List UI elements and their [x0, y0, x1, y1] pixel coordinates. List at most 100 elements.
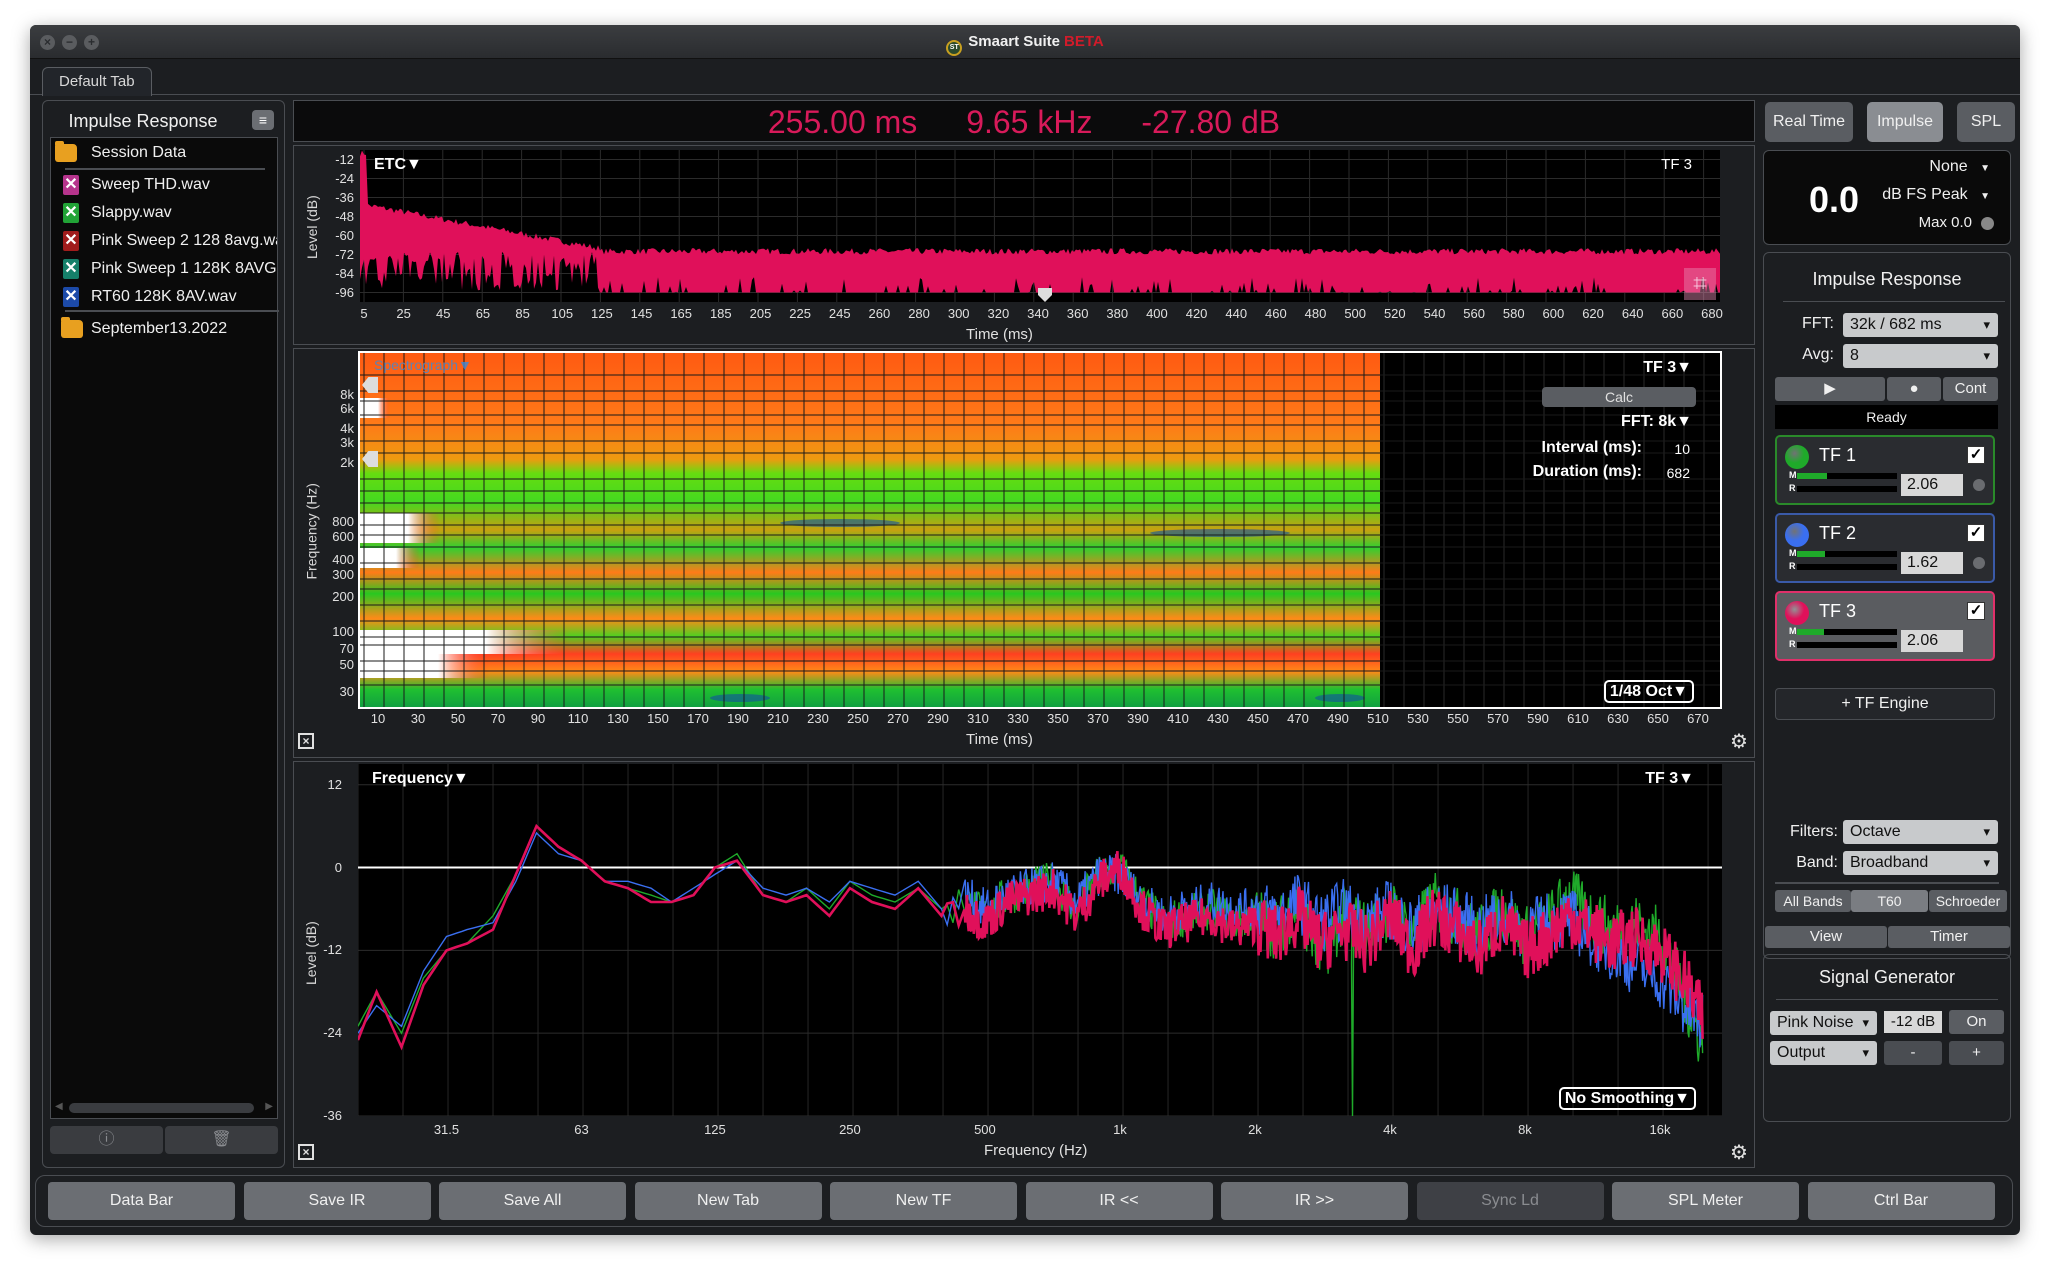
command-save-all-button[interactable]: Save All — [439, 1182, 626, 1220]
etc-type-dropdown[interactable]: ETC▼ — [374, 156, 422, 174]
scroll-left-icon[interactable]: ◀ — [55, 1101, 63, 1112]
frequency-tf-dropdown[interactable]: TF 3▼ — [1645, 770, 1694, 788]
timer-button[interactable]: Timer — [1888, 926, 2010, 948]
spectrograph-ytick: 8k — [340, 387, 354, 402]
command-sync-ld-button[interactable]: Sync Ld — [1416, 1182, 1604, 1220]
fft-size-dropdown[interactable]: FFT: 8k▼ — [1621, 413, 1692, 431]
delete-button[interactable]: 🗑 — [165, 1126, 278, 1154]
etc-xtick: 185 — [709, 306, 732, 321]
view-tab-t60[interactable]: T60 — [1851, 890, 1928, 912]
etc-plot-area[interactable]: ETC▼ TF 3 ⌗ — [360, 150, 1720, 302]
tf-color-indicator[interactable] — [1785, 445, 1809, 469]
level-up-button[interactable]: + — [1949, 1041, 2004, 1065]
file-item[interactable]: ✕ RT60 128K 8AV.wav — [51, 284, 277, 310]
command-spl-meter-button[interactable]: SPL Meter — [1612, 1182, 1799, 1220]
add-tf-engine-button[interactable]: + TF Engine — [1775, 688, 1995, 720]
file-item[interactable]: ✕ Slappy.wav — [51, 200, 277, 226]
command-bar: Data Bar Save IR Save All New Tab New TF IR <… — [35, 1175, 2013, 1227]
command-ir-button[interactable]: IR >> — [1221, 1182, 1408, 1220]
spectrograph-type-dropdown[interactable]: Spectrograph▼ — [374, 357, 472, 373]
calc-button[interactable]: Calc — [1542, 387, 1696, 407]
cursor-level-readout: -27.80 dB — [1141, 104, 1281, 140]
resolution-dropdown[interactable]: 1/48 Oct▼ — [1603, 680, 1694, 703]
continuous-button[interactable]: Cont — [1943, 377, 1998, 401]
folder-item[interactable]: September13.2022 — [51, 316, 277, 342]
duration-value[interactable]: 682 — [1667, 465, 1690, 481]
crop-icon[interactable]: ⌗ — [1684, 268, 1716, 300]
etc-xtick: 660 — [1661, 306, 1684, 321]
close-plot-icon[interactable]: × — [298, 733, 314, 749]
command-ctrl-bar-button[interactable]: Ctrl Bar — [1807, 1182, 1995, 1220]
spectrograph-plot-area[interactable]: Spectrograph▼ TF 3▼ Calc FFT: 8k▼ Interv… — [358, 351, 1722, 709]
filters-select[interactable]: Octave — [1843, 820, 1998, 844]
signal-on-button[interactable]: On — [1949, 1010, 2004, 1034]
tf-enable-checkbox[interactable]: ✓ — [1967, 602, 1985, 620]
tf-delay-value[interactable]: 1.62 — [1901, 552, 1963, 574]
tf-engine-card[interactable]: TF 2 ✓ M R 1.62 — [1775, 513, 1995, 583]
mode-real-time[interactable]: Real Time — [1765, 102, 1853, 142]
record-button[interactable]: ● — [1887, 377, 1941, 401]
view-tab-schroeder[interactable]: Schroeder — [1929, 890, 2007, 912]
spectrograph-ytick: 300 — [332, 567, 354, 582]
tf-engine-card[interactable]: TF 3 ✓ M R 2.06 — [1775, 591, 1995, 661]
signal-type-select[interactable]: Pink Noise — [1770, 1011, 1877, 1035]
avg-select[interactable]: 8 — [1843, 344, 1998, 368]
spectrograph-ytick: 200 — [332, 589, 354, 604]
hamburger-icon[interactable]: ≡ — [252, 110, 274, 130]
band-select[interactable]: Broadband — [1843, 851, 1998, 875]
spectrograph-tf-dropdown[interactable]: TF 3▼ — [1643, 359, 1692, 377]
weighting-dropdown[interactable]: None ▼ — [1929, 158, 1990, 176]
spectrograph-xtick: 270 — [887, 711, 909, 726]
mode-spl[interactable]: SPL — [1957, 102, 2015, 142]
tf-delay-value[interactable]: 2.06 — [1901, 474, 1963, 496]
command-new-tf-button[interactable]: New TF — [830, 1182, 1017, 1220]
output-select[interactable]: Output — [1770, 1041, 1877, 1065]
tab-default[interactable]: Default Tab — [42, 67, 152, 96]
folder-item[interactable]: Session Data — [51, 140, 277, 166]
window-title: ST Smaart Suite BETA — [30, 33, 2020, 56]
gear-icon[interactable]: ⚙ — [1730, 1140, 1748, 1165]
frequency-type-dropdown[interactable]: Frequency▼ — [372, 770, 469, 788]
tf-engine-card[interactable]: TF 1 ✓ M R 2.06 — [1775, 435, 1995, 505]
view-tab-all-bands[interactable]: All Bands — [1775, 890, 1851, 912]
fft-select[interactable]: 32k / 682 ms — [1843, 313, 1998, 337]
signal-level-input[interactable]: -12 dB — [1884, 1011, 1942, 1033]
level-down-button[interactable]: - — [1884, 1041, 1942, 1065]
command-ir-button[interactable]: IR << — [1025, 1182, 1213, 1220]
meter-unit-dropdown[interactable]: dB FS Peak ▼ — [1882, 186, 1990, 204]
view-button[interactable]: View — [1765, 926, 1887, 948]
frequency-plot-area[interactable]: Frequency▼ TF 3▼ No Smoothing▼ — [356, 764, 1722, 1117]
spectrograph-hotspot — [780, 519, 900, 527]
smoothing-dropdown[interactable]: No Smoothing▼ — [1558, 1087, 1696, 1110]
command-data-bar-button[interactable]: Data Bar — [48, 1182, 235, 1220]
command-save-ir-button[interactable]: Save IR — [243, 1182, 431, 1220]
spectrograph-hotspot — [1315, 694, 1365, 702]
mode-impulse[interactable]: Impulse — [1867, 102, 1943, 142]
file-item[interactable]: ✕ Pink Sweep 2 128 8avg.wav — [51, 228, 277, 254]
info-button[interactable]: ⓘ — [50, 1126, 163, 1154]
cursor-frequency-readout: 9.65 kHz — [966, 104, 1093, 140]
scrollbar-thumb[interactable] — [69, 1103, 254, 1113]
spectrograph-xtick: 110 — [567, 711, 589, 726]
file-item[interactable]: ✕ Pink Sweep 1 128K 8AVG — [51, 256, 277, 282]
tf-enable-checkbox[interactable]: ✓ — [1967, 446, 1985, 464]
tf-delay-value[interactable]: 2.06 — [1901, 630, 1963, 652]
command-new-tab-button[interactable]: New Tab — [634, 1182, 822, 1220]
close-plot-icon[interactable]: × — [298, 1144, 314, 1160]
info-icon: ⓘ — [98, 1131, 115, 1148]
etc-xtick: 340 — [1027, 306, 1049, 321]
ir-section-title: Impulse Response — [1812, 269, 1962, 289]
clip-indicator[interactable] — [1981, 217, 1994, 230]
play-button[interactable]: ▶ — [1775, 377, 1885, 401]
tf-color-indicator[interactable] — [1785, 601, 1809, 625]
horizontal-scrollbar[interactable]: ◀ ▶ — [55, 1101, 273, 1114]
file-item[interactable]: ✕ Sweep THD.wav — [51, 172, 277, 198]
etc-chart — [360, 150, 1720, 302]
tf-enable-checkbox[interactable]: ✓ — [1967, 524, 1985, 542]
spectrograph-ytick: 2k — [340, 455, 354, 470]
scroll-right-icon[interactable]: ▶ — [265, 1101, 273, 1112]
gear-icon[interactable]: ⚙ — [1730, 729, 1748, 754]
tf-color-indicator[interactable] — [1785, 523, 1809, 547]
interval-value[interactable]: 10 — [1674, 441, 1690, 457]
meter-m-label: M — [1789, 470, 1797, 480]
